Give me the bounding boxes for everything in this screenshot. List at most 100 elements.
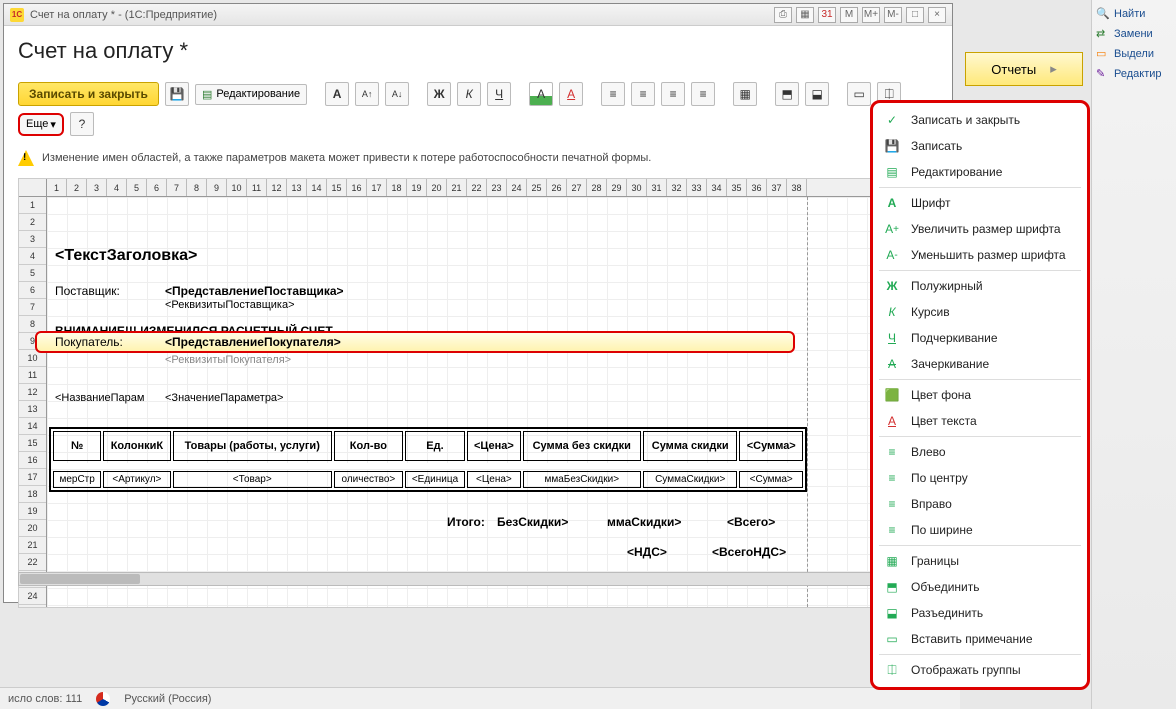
menu-save[interactable]: 💾Записать — [873, 133, 1087, 159]
rp-select[interactable]: ▭Выдели — [1092, 44, 1176, 64]
total-nds[interactable]: <НДС> — [627, 545, 667, 559]
th[interactable]: Сумма скидки — [643, 431, 738, 461]
col-10[interactable]: 10 — [227, 179, 247, 196]
row-5[interactable]: 5 — [19, 265, 46, 282]
col-15[interactable]: 15 — [327, 179, 347, 196]
col-3[interactable]: 3 — [87, 179, 107, 196]
menu-strike[interactable]: AЗачеркивание — [873, 351, 1087, 377]
italic-button[interactable]: К — [457, 82, 481, 106]
col-24[interactable]: 24 — [507, 179, 527, 196]
print-icon[interactable]: ⎙ — [774, 7, 792, 23]
col-34[interactable]: 34 — [707, 179, 727, 196]
cell-supplier-req[interactable]: <РеквизитыПоставщика> — [165, 299, 295, 311]
row-6[interactable]: 6 — [19, 282, 46, 299]
align-justify-button[interactable]: ≡ — [691, 82, 715, 106]
cell-param-name[interactable]: <НазваниеПарам — [55, 392, 144, 404]
help-button[interactable]: ? — [70, 112, 94, 136]
rp-replace[interactable]: ⇄Замени — [1092, 24, 1176, 44]
col-38[interactable]: 38 — [787, 179, 807, 196]
th[interactable]: Кол-во — [334, 431, 403, 461]
align-left-button[interactable]: ≡ — [601, 82, 625, 106]
col-27[interactable]: 27 — [567, 179, 587, 196]
row-24[interactable]: 24 — [19, 588, 46, 605]
col-17[interactable]: 17 — [367, 179, 387, 196]
col-19[interactable]: 19 — [407, 179, 427, 196]
fgcolor-button[interactable]: А — [559, 82, 583, 106]
horizontal-scrollbar[interactable] — [18, 572, 872, 586]
borders-button[interactable]: ▦ — [733, 82, 757, 106]
menu-bold[interactable]: ЖПолужирный — [873, 273, 1087, 299]
reports-button[interactable]: Отчеты▸ — [965, 52, 1083, 86]
col-7[interactable]: 7 — [167, 179, 187, 196]
menu-align-l[interactable]: ≡Влево — [873, 439, 1087, 465]
merge-button[interactable]: ⬒ — [775, 82, 799, 106]
row-19[interactable]: 19 — [19, 503, 46, 520]
th[interactable]: Ед. — [405, 431, 466, 461]
row-22[interactable]: 22 — [19, 554, 46, 571]
col-21[interactable]: 21 — [447, 179, 467, 196]
underline-button[interactable]: Ч — [487, 82, 511, 106]
col-26[interactable]: 26 — [547, 179, 567, 196]
row-4[interactable]: 4 — [19, 248, 46, 265]
td[interactable]: ммаБезСкидки> — [523, 471, 641, 488]
col-31[interactable]: 31 — [647, 179, 667, 196]
row-3[interactable]: 3 — [19, 231, 46, 248]
col-1[interactable]: 1 — [47, 179, 67, 196]
calendar-icon[interactable]: 31 — [818, 7, 836, 23]
font-decrease-button[interactable]: A↓ — [385, 82, 409, 106]
col-2[interactable]: 2 — [67, 179, 87, 196]
td[interactable]: <Товар> — [173, 471, 332, 488]
th[interactable]: Товары (работы, услуги) — [173, 431, 332, 461]
font-button[interactable]: A — [325, 82, 349, 106]
col-6[interactable]: 6 — [147, 179, 167, 196]
row-25[interactable]: 25 — [19, 605, 46, 607]
unmerge-button[interactable]: ⬓ — [805, 82, 829, 106]
minimize-button[interactable]: □ — [906, 7, 924, 23]
cell-buyer-label[interactable]: Покупатель: — [55, 335, 123, 349]
menu-align-r[interactable]: ≡Вправо — [873, 491, 1087, 517]
close-button[interactable]: × — [928, 7, 946, 23]
col-33[interactable]: 33 — [687, 179, 707, 196]
comment-button[interactable]: ▭ — [847, 82, 871, 106]
col-36[interactable]: 36 — [747, 179, 767, 196]
col-16[interactable]: 16 — [347, 179, 367, 196]
menu-underline[interactable]: ЧПодчеркивание — [873, 325, 1087, 351]
col-20[interactable]: 20 — [427, 179, 447, 196]
cell-param-val[interactable]: <ЗначениеПараметра> — [165, 392, 283, 404]
menu-align-c[interactable]: ≡По центру — [873, 465, 1087, 491]
spreadsheet[interactable]: 1234567891011121314151617181920212223242… — [18, 178, 938, 608]
cell-title[interactable]: <ТекстЗаголовка> — [55, 247, 197, 265]
cell-supplier-value[interactable]: <ПредставлениеПоставщика> — [165, 284, 344, 298]
cell-buyer-value[interactable]: <ПредставлениеПокупателя> — [165, 335, 341, 349]
td[interactable]: <Единица — [405, 471, 466, 488]
row-13[interactable]: 13 — [19, 401, 46, 418]
menu-edit[interactable]: ▤Редактирование — [873, 159, 1087, 185]
th[interactable]: № — [53, 431, 101, 461]
th[interactable]: <Цена> — [467, 431, 520, 461]
row-18[interactable]: 18 — [19, 486, 46, 503]
col-5[interactable]: 5 — [127, 179, 147, 196]
td[interactable]: <Артикул> — [103, 471, 170, 488]
menu-align-j[interactable]: ≡По ширине — [873, 517, 1087, 543]
menu-merge[interactable]: ⬒Объединить — [873, 574, 1087, 600]
col-14[interactable]: 14 — [307, 179, 327, 196]
row-7[interactable]: 7 — [19, 299, 46, 316]
col-18[interactable]: 18 — [387, 179, 407, 196]
save-and-close-button[interactable]: Записать и закрыть — [18, 82, 159, 106]
menu-fgcolor[interactable]: AЦвет текста — [873, 408, 1087, 434]
memory-mplus-button[interactable]: M+ — [862, 7, 880, 23]
col-37[interactable]: 37 — [767, 179, 787, 196]
bold-button[interactable]: Ж — [427, 82, 451, 106]
menu-borders[interactable]: ▦Границы — [873, 548, 1087, 574]
row-17[interactable]: 17 — [19, 469, 46, 486]
total-noskidka[interactable]: БезСкидки> — [497, 515, 568, 529]
menu-groups[interactable]: ⎅Отображать группы — [873, 657, 1087, 683]
col-8[interactable]: 8 — [187, 179, 207, 196]
font-increase-button[interactable]: A↑ — [355, 82, 379, 106]
menu-italic[interactable]: ККурсив — [873, 299, 1087, 325]
cells-area[interactable]: <ТекстЗаголовка> Поставщик: <Представлен… — [47, 197, 937, 607]
more-button[interactable]: Еще▾ — [18, 113, 64, 136]
td[interactable]: <Цена> — [467, 471, 520, 488]
row-1[interactable]: 1 — [19, 197, 46, 214]
menu-font-inc[interactable]: A+Увеличить размер шрифта — [873, 216, 1087, 242]
